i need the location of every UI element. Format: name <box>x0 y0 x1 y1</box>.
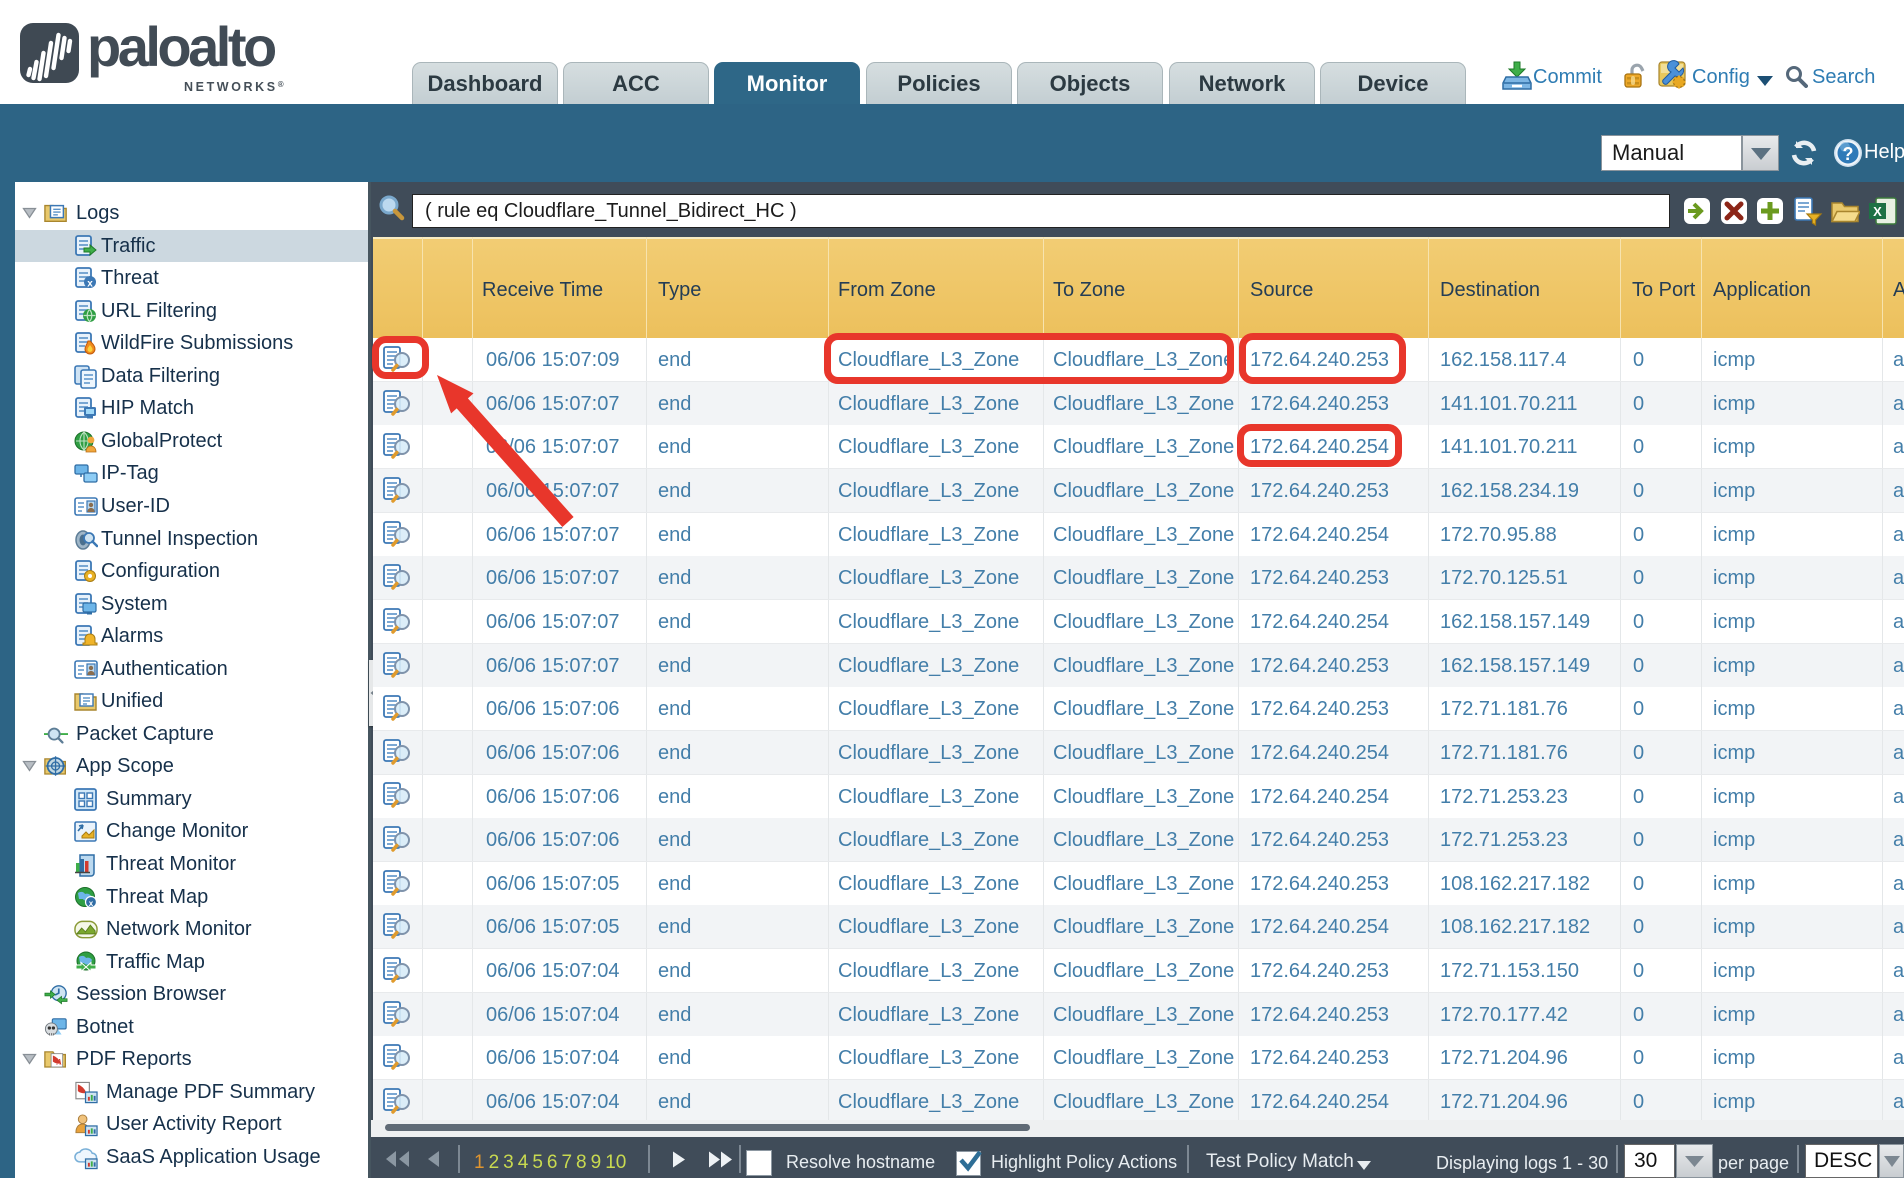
svg-text:?: ? <box>1843 144 1854 164</box>
svg-text:X: X <box>1873 204 1882 219</box>
svg-text:x: x <box>89 899 94 908</box>
svg-text:A: A <box>55 1057 62 1066</box>
svg-text:x: x <box>87 279 93 290</box>
